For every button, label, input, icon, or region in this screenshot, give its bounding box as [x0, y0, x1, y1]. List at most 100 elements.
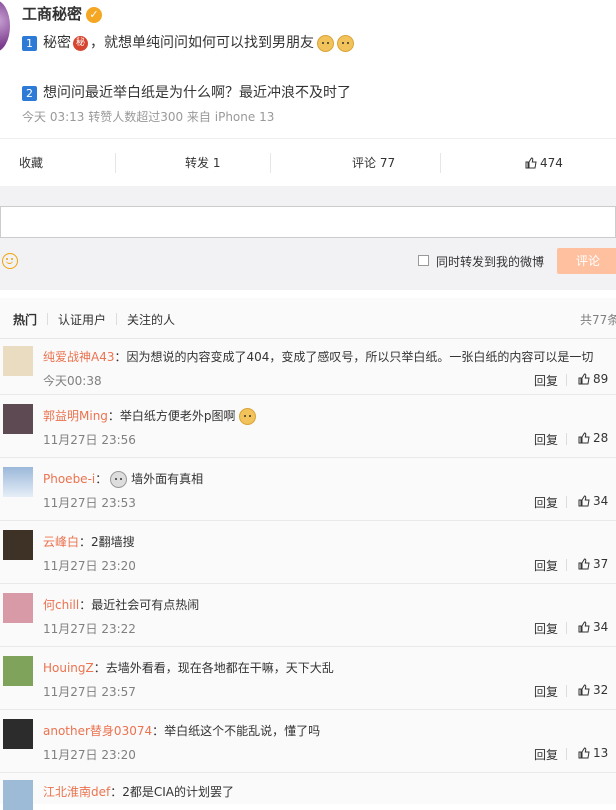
comment-like-button[interactable]: 34 [578, 620, 608, 634]
number-2-icon: 2 [22, 85, 37, 101]
comment-like-count: 34 [593, 620, 609, 634]
comment-like-button[interactable]: 37 [578, 557, 608, 571]
commenter-avatar[interactable] [3, 467, 33, 497]
comment-like-count: 13 [593, 746, 609, 760]
comment-like-count: 32 [593, 683, 609, 697]
doge-emoji-icon [317, 34, 334, 52]
post-meta: 今天 03:13 转赞人数超过300 来自 iPhone 13 [22, 110, 275, 124]
thumb-up-icon [578, 373, 590, 385]
comment-body: ：去墙外看看，现在各地都在干嘛，天下大乱 [93, 661, 334, 675]
divider [566, 748, 567, 760]
divider [270, 153, 271, 173]
commenter-avatar[interactable] [3, 656, 33, 686]
comment-total: 共77条 [580, 313, 616, 327]
reply-button[interactable]: 回复 [534, 494, 558, 511]
divider [566, 433, 567, 445]
comment-time: 11月27日 23:56 [43, 433, 136, 447]
tab-following[interactable]: 关注的人 [127, 311, 175, 328]
comment-row: HouingZ：去墙外看看，现在各地都在干嘛，天下大乱 11月27日 23:57… [0, 646, 616, 710]
submit-comment-button[interactable]: 评论 [557, 248, 616, 274]
reply-button[interactable]: 回复 [534, 372, 558, 389]
reply-button[interactable]: 回复 [534, 557, 558, 574]
commenter-avatar[interactable] [3, 530, 33, 560]
reply-button[interactable]: 回复 [534, 620, 558, 637]
comment-row: another替身03074：举白纸这个不能乱说，懂了吗 11月27日 23:2… [0, 709, 616, 773]
comment-like-button[interactable]: 89 [578, 372, 608, 386]
commenter-avatar[interactable] [3, 593, 33, 623]
commenter-name[interactable]: 江北淮南def [43, 785, 110, 799]
thumb-up-icon [578, 621, 590, 633]
thumb-up-icon [578, 495, 590, 507]
comment-list: 热门 认证用户 关注的人 共77条 纯爱战神A43：因为想说的内容变成了404，… [0, 298, 616, 810]
divider [566, 622, 567, 634]
comment-time: 今天00:38 [43, 374, 102, 388]
like-count: 474 [540, 156, 563, 170]
comment-body: ：举白纸这个不能乱说，懂了吗 [152, 724, 321, 738]
post-line-2: 2 想问问最近举白纸是为什么啊？最近冲浪不及时了 [22, 82, 351, 102]
post-card: 工商秘密 ✓ 1 秘密秘，就想单纯问问如何可以找到男朋友 2 想问问最近举白纸是为什么… [0, 0, 616, 134]
comment-like-count: 37 [593, 557, 609, 571]
post-author[interactable]: 工商秘密 ✓ [22, 3, 103, 24]
reply-button[interactable]: 回复 [534, 683, 558, 700]
favorite-button[interactable]: 收藏 [19, 139, 43, 187]
comment-text: 纯爱战神A43：因为想说的内容变成了404，变成了感叹号，所以只举白纸。一张白纸… [43, 348, 593, 365]
comment-time: 11月27日 23:20 [43, 748, 136, 762]
like-button[interactable]: 474 [525, 139, 563, 187]
comment-body: ： [95, 472, 108, 486]
tab-verified[interactable]: 认证用户 [58, 311, 106, 328]
commenter-name[interactable]: HouingZ [43, 661, 94, 675]
tab-hot[interactable]: 热门 [13, 311, 37, 328]
thumb-up-icon [578, 747, 590, 759]
face-emoji-icon [110, 471, 128, 488]
repost-button[interactable]: 转发 1 [185, 139, 220, 187]
verified-badge-icon: ✓ [86, 6, 103, 23]
comment-button[interactable]: 评论 77 [352, 139, 395, 187]
comment-text: another替身03074：举白纸这个不能乱说，懂了吗 [43, 722, 320, 739]
commenter-name[interactable]: another替身03074 [43, 724, 152, 738]
post-action-bar: 收藏 转发 1 评论 77 474 [0, 138, 616, 188]
commenter-avatar[interactable] [3, 404, 33, 434]
thumb-up-icon [578, 432, 590, 444]
comment-row: 郭益明Ming：举白纸方便老外p图啊 11月27日 23:56 回复 28 [0, 394, 616, 458]
divider [566, 685, 567, 697]
secret-emoji-icon: 秘 [73, 35, 88, 51]
comment-like-button[interactable]: 28 [578, 431, 608, 445]
commenter-name[interactable]: Phoebe-i [43, 472, 95, 486]
comment-like-button[interactable]: 34 [578, 494, 608, 508]
author-avatar[interactable] [0, 0, 10, 52]
comment-body: ：最近社会可有点热闹 [79, 598, 200, 612]
commenter-name[interactable]: 云峰白 [43, 535, 79, 549]
comment-like-button[interactable]: 13 [578, 746, 608, 760]
comment-tabs: 热门 认证用户 关注的人 共77条 [0, 298, 616, 339]
commenter-avatar[interactable] [3, 780, 33, 810]
comment-like-count: 89 [593, 372, 609, 386]
comment-text: 何chill：最近社会可有点热闹 [43, 596, 199, 613]
comment-text: 郭益明Ming：举白纸方便老外p图啊 [43, 407, 256, 425]
comment-text: 江北淮南def：2都是CIA的计划罢了 [43, 783, 234, 800]
comment-time: 11月27日 23:57 [43, 685, 136, 699]
commenter-name[interactable]: 郭益明Ming [43, 409, 108, 423]
doge-emoji-icon [337, 34, 354, 52]
divider [47, 313, 48, 325]
commenter-avatar[interactable] [3, 719, 33, 749]
divider [566, 496, 567, 508]
forward-checkbox-label[interactable]: 同时转发到我的微博 [436, 253, 544, 270]
comment-like-button[interactable]: 32 [578, 683, 608, 697]
comment-time: 11月27日 23:20 [43, 559, 136, 573]
comment-input[interactable] [0, 206, 616, 238]
commenter-avatar[interactable] [3, 346, 33, 376]
comment-time: 11月27日 23:22 [43, 622, 136, 636]
comment-like-count: 28 [593, 431, 609, 445]
author-name[interactable]: 工商秘密 [22, 5, 82, 23]
commenter-name[interactable]: 纯爱战神A43 [43, 350, 114, 364]
commenter-name[interactable]: 何chill [43, 598, 79, 612]
divider [115, 153, 116, 173]
reply-button[interactable]: 回复 [534, 746, 558, 763]
reply-button[interactable]: 回复 [534, 431, 558, 448]
forward-checkbox[interactable] [418, 255, 429, 266]
thumb-up-icon [578, 558, 590, 570]
emoji-picker-icon[interactable] [2, 253, 18, 269]
comment-row: 云峰白：2翻墙搜 11月27日 23:20 回复 37 [0, 520, 616, 584]
comment-body: ：举白纸方便老外p图啊 [107, 409, 236, 423]
comment-body: ：因为想说的内容变成了404，变成了感叹号，所以只举白纸。一张白纸的内容可以是一… [114, 350, 594, 364]
